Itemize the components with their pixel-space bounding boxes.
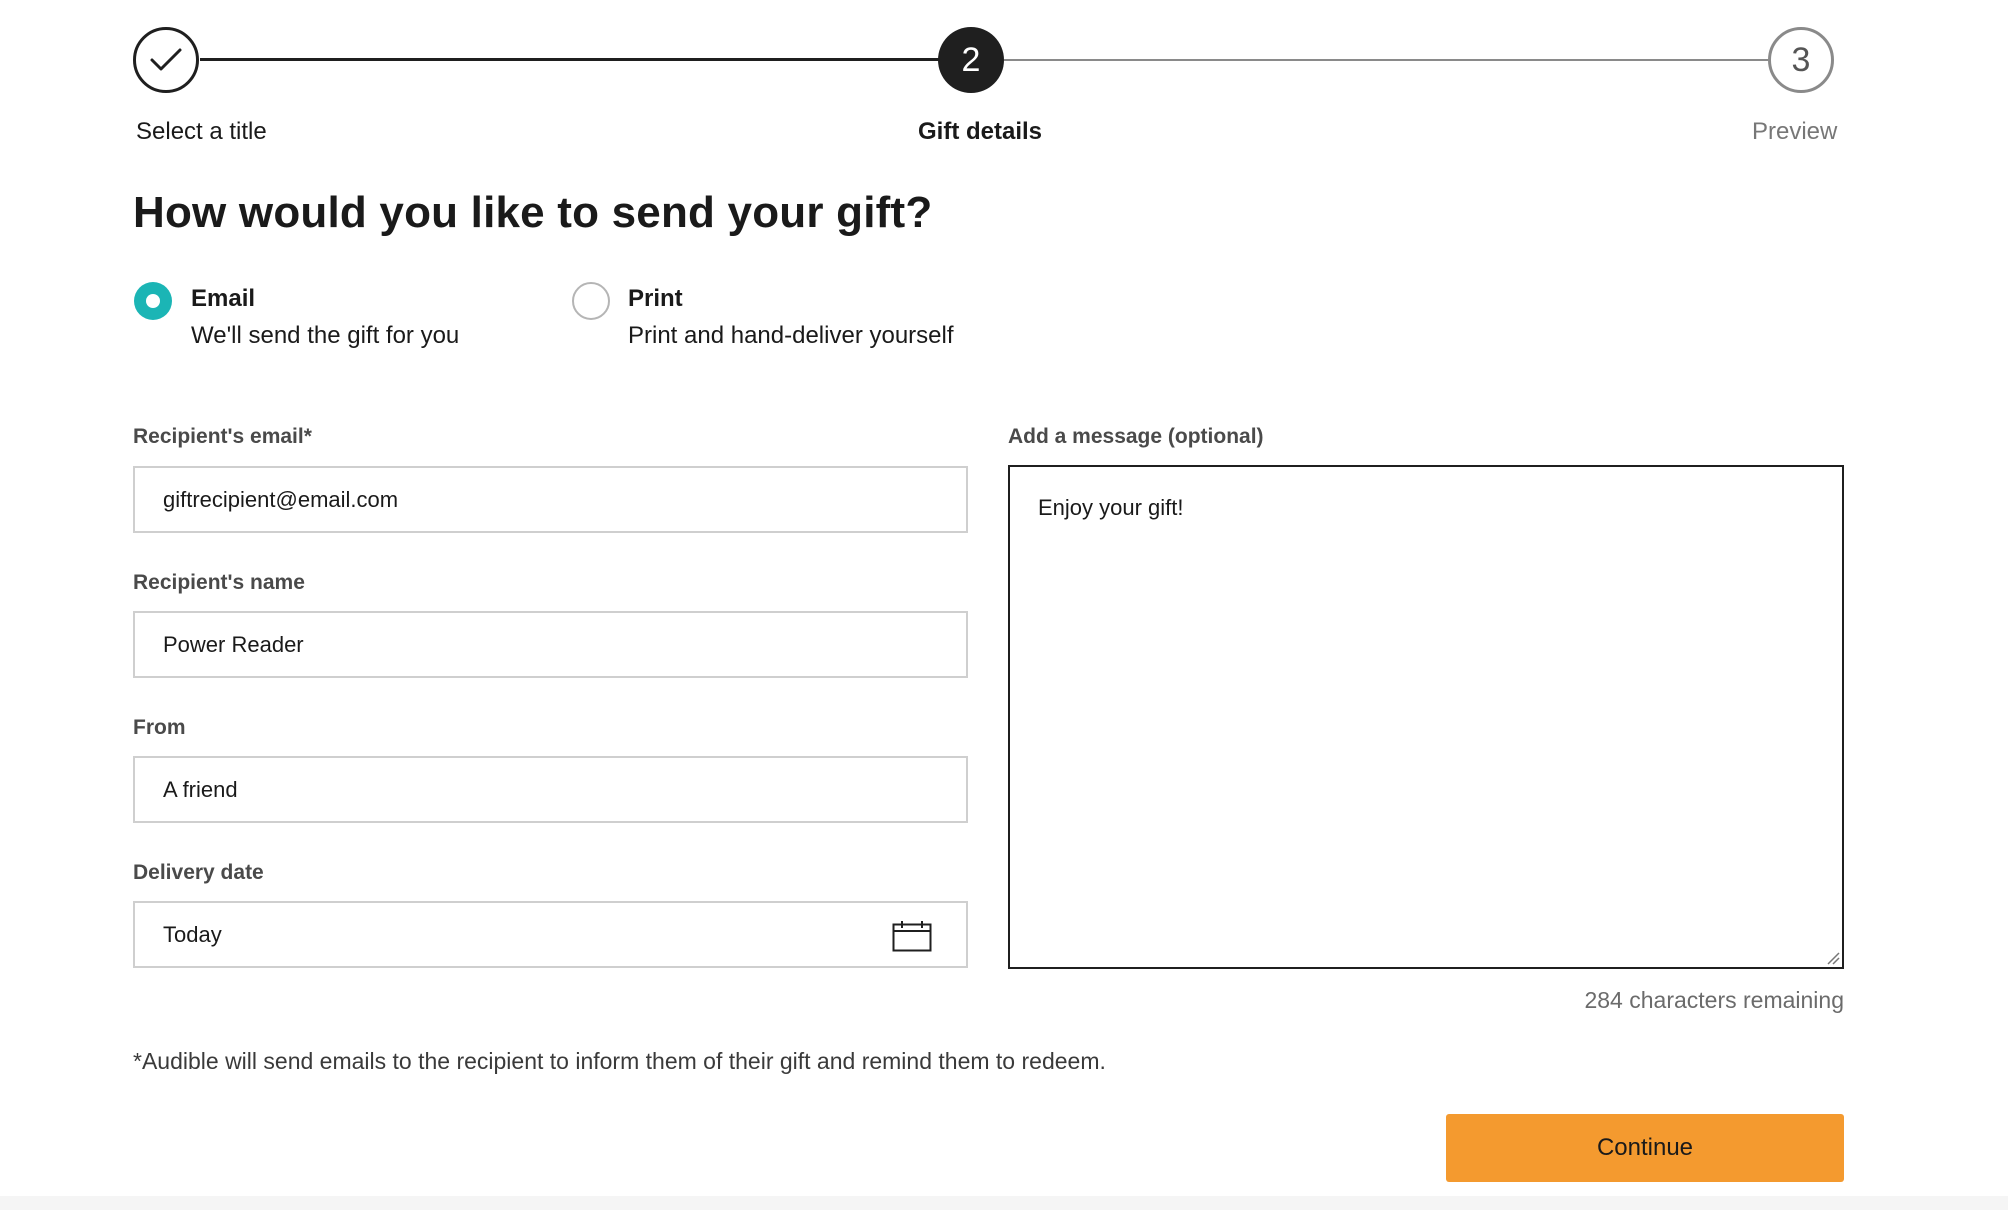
message-text: Enjoy your gift! <box>1038 495 1184 520</box>
step-3-label: Preview <box>1752 118 1838 145</box>
from-label: From <box>133 716 186 739</box>
calendar-icon[interactable] <box>892 920 932 952</box>
recipient-email-input[interactable]: giftrecipient@email.com <box>133 466 968 533</box>
email-option-title[interactable]: Email <box>191 285 255 313</box>
resize-handle-icon[interactable] <box>1824 949 1840 965</box>
continue-button[interactable]: Continue <box>1446 1114 1844 1182</box>
delivery-date-input[interactable]: Today <box>133 901 968 968</box>
step-2-label: Gift details <box>918 118 1043 145</box>
print-radio-button[interactable] <box>572 282 610 320</box>
checkmark-icon <box>150 48 182 71</box>
step-1-complete <box>133 27 199 93</box>
message-label: Add a message (optional) <box>1008 425 1264 448</box>
from-input[interactable]: A friend <box>133 756 968 823</box>
step-3-upcoming: 3 <box>1768 27 1834 93</box>
recipient-name-input[interactable]: Power Reader <box>133 611 968 678</box>
email-radio-button[interactable] <box>134 282 172 320</box>
page-title: How would you like to send your gift? <box>133 188 933 237</box>
stepper-line-upcoming <box>1004 59 1768 61</box>
message-textarea[interactable]: Enjoy your gift! <box>1008 465 1844 969</box>
step-2-number: 2 <box>961 40 981 79</box>
recipient-name-label: Recipient's name <box>133 571 305 594</box>
delivery-date-value: Today <box>163 922 222 947</box>
from-value: A friend <box>163 777 238 802</box>
recipient-email-value: giftrecipient@email.com <box>163 487 399 512</box>
print-option-description: Print and hand-deliver yourself <box>628 322 954 349</box>
step-3-number: 3 <box>1791 40 1811 79</box>
delivery-date-label: Delivery date <box>133 861 264 884</box>
recipient-email-label: Recipient's email* <box>133 425 312 448</box>
characters-remaining: 284 characters remaining <box>1584 987 1844 1013</box>
stepper-line-completed <box>200 58 940 61</box>
step-2-current: 2 <box>938 27 1004 93</box>
recipient-name-value: Power Reader <box>163 632 304 657</box>
step-1-label: Select a title <box>136 118 267 145</box>
print-option-title[interactable]: Print <box>628 285 683 313</box>
email-option-description: We'll send the gift for you <box>191 322 460 349</box>
email-disclaimer: *Audible will send emails to the recipie… <box>133 1048 1106 1074</box>
page-bottom-edge <box>0 1196 2008 1210</box>
